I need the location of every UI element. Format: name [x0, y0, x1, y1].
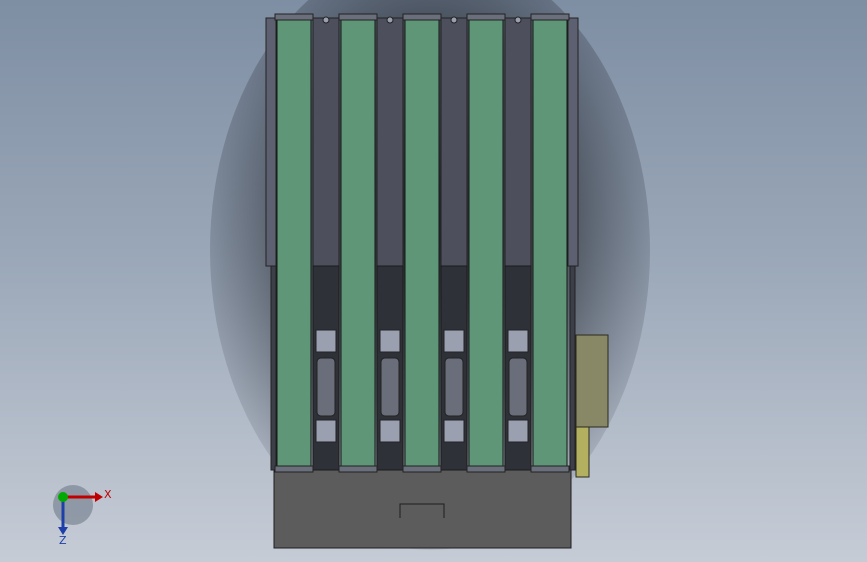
- lane-divider-frame: [376, 17, 404, 267]
- pulley-hub: [514, 16, 522, 24]
- divider-bracket: [443, 329, 465, 353]
- divider-bracket: [507, 329, 529, 353]
- divider-bracket: [443, 419, 465, 443]
- belt-end-cap: [338, 465, 378, 473]
- lane-divider-frame: [504, 17, 532, 267]
- divider-bracket: [507, 419, 529, 443]
- right-lower-rail: [569, 265, 576, 471]
- pulley-hub: [322, 16, 330, 24]
- conveyor-belt: [340, 17, 376, 473]
- pulley-hub: [450, 16, 458, 24]
- conveyor-belt: [276, 17, 312, 473]
- motor-housing: [575, 334, 609, 428]
- motor-flange: [575, 426, 590, 478]
- left-side-rail: [265, 17, 277, 267]
- belt-end-cap: [466, 465, 506, 473]
- belt-end-cap: [530, 465, 570, 473]
- base-frame: [273, 469, 572, 549]
- divider-bracket: [379, 419, 401, 443]
- belt-end-cap: [530, 13, 570, 21]
- belt-end-cap: [402, 465, 442, 473]
- triad-shadow: [53, 485, 93, 525]
- belt-end-cap: [338, 13, 378, 21]
- x-axis-label: X: [104, 488, 112, 501]
- lane-divider-frame: [440, 17, 468, 267]
- conveyor-model-view[interactable]: X Y Z: [0, 0, 867, 562]
- belt-end-cap: [402, 13, 442, 21]
- divider-slot: [380, 357, 400, 417]
- belt-end-cap: [466, 13, 506, 21]
- cad-viewport[interactable]: X Y Z: [0, 0, 867, 562]
- divider-slot: [508, 357, 528, 417]
- conveyor-belt: [532, 17, 568, 473]
- divider-bracket: [315, 419, 337, 443]
- belt-end-cap: [274, 13, 314, 21]
- lane-divider-frame: [312, 17, 340, 267]
- divider-slot: [316, 357, 336, 417]
- pulley-hub: [386, 16, 394, 24]
- y-axis-dot: [58, 492, 68, 502]
- z-axis-label: Z: [59, 534, 67, 547]
- axis-triad: X Y Z: [53, 485, 112, 547]
- divider-bracket: [379, 329, 401, 353]
- divider-bracket: [315, 329, 337, 353]
- divider-slot: [444, 357, 464, 417]
- belt-end-cap: [274, 465, 314, 473]
- x-arrowhead: [95, 492, 103, 502]
- conveyor-belt: [468, 17, 504, 473]
- left-lower-rail: [270, 265, 277, 471]
- right-side-rail: [567, 17, 579, 267]
- conveyor-belt: [404, 17, 440, 473]
